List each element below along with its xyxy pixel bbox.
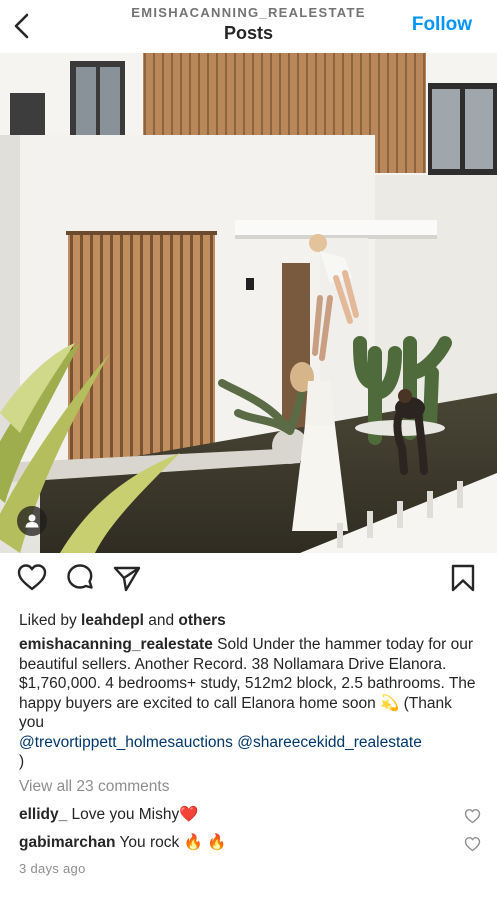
caption-close: ) [19,753,25,770]
comment-icon [67,564,93,589]
page-title: Posts [223,23,274,43]
comment-emoji: 🔥 🔥 [183,834,227,851]
caption-emoji: 💫 [380,694,400,712]
comment-username[interactable]: ellidy_ [19,806,67,823]
save-button[interactable] [447,562,479,594]
like-button[interactable] [16,562,48,594]
post-timestamp: 3 days ago [19,861,86,876]
back-button[interactable] [10,12,36,40]
likes-mid: and [143,612,179,629]
comment-text: Love you Mishy [67,806,180,823]
comment-button[interactable] [64,562,96,594]
likes-summary[interactable]: Liked by leahdepl and others [19,611,481,631]
comment-item: ellidy_ Love you Mishy❤️ [19,805,449,825]
comment-like-button[interactable] [464,808,481,824]
post-caption: emishacanning_realestate Sold Under the … [19,635,481,772]
comment-text: You rock [115,834,184,851]
comment-username[interactable]: gabimarchan [19,834,115,851]
heart-icon [17,564,47,591]
heart-icon [464,837,481,852]
likes-user-link[interactable]: leahdepl [81,612,144,629]
comment-like-button[interactable] [464,836,481,852]
comment-emoji: ❤️ [179,806,199,823]
comment-item: gabimarchan You rock 🔥 🔥 [19,833,449,853]
mention-link[interactable]: @trevortippett_holmesauctions [19,734,233,751]
caption-username[interactable]: emishacanning_realestate [19,636,213,653]
share-button[interactable] [111,562,143,594]
follow-button[interactable]: Follow [412,14,472,36]
bookmark-icon [451,564,475,592]
view-all-comments-link[interactable]: View all 23 comments [19,778,169,796]
header-titles: EMISHACANNING_REALESTATE Posts [110,5,387,44]
heart-icon [464,809,481,824]
person-icon [25,514,39,528]
action-bar [0,562,497,602]
paper-plane-icon [113,566,141,592]
tagged-people-button[interactable] [17,506,47,536]
header-username: EMISHACANNING_REALESTATE [131,5,366,20]
top-bar: EMISHACANNING_REALESTATE Posts Follow [0,0,497,52]
chevron-left-icon [14,13,29,39]
likes-others-link[interactable]: others [178,612,225,629]
mention-link[interactable]: @shareecekidd_realestate [237,734,422,751]
likes-prefix: Liked by [19,612,82,629]
post-image[interactable] [0,53,497,553]
